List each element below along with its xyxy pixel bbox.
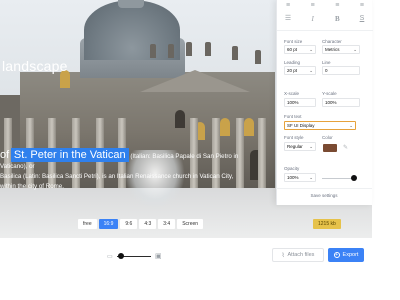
statue (255, 50, 261, 64)
divider (277, 30, 373, 31)
line-input[interactable]: 0 (322, 66, 360, 75)
opacity-slider-track[interactable] (322, 178, 354, 179)
xscale-input[interactable]: 100% (284, 98, 316, 107)
align-left-icon[interactable]: ≡ (283, 1, 293, 11)
leading-label: Leading (284, 60, 301, 65)
font-size-select[interactable]: 60 pt ⌄ (284, 45, 316, 54)
color-label: Color (322, 135, 333, 140)
statue (186, 42, 192, 56)
bold-icon[interactable]: B (332, 14, 342, 24)
text-layer-caption[interactable]: of St. Peter in the Vatican (Italian: Ba… (0, 148, 262, 192)
yscale-input[interactable]: 100% (322, 98, 360, 107)
opacity-value: 100% (287, 175, 299, 180)
paragraph-icon[interactable]: ☰ (283, 14, 293, 24)
editor-window: landscape of St. Peter in the Vatican (I… (0, 0, 400, 300)
yscale-label: Y-scale (322, 91, 337, 96)
divider (276, 188, 372, 189)
eyedropper-icon[interactable]: ✎ (343, 144, 348, 151)
opacity-label: Opacity (284, 166, 300, 171)
save-settings-button[interactable]: Save settings (276, 193, 372, 198)
opacity-slider-thumb[interactable] (351, 175, 357, 181)
aspect-ratio-selector: free 16:9 9:6 4:3 3:4 Screen (78, 219, 204, 229)
chevron-down-icon: ⌄ (309, 144, 313, 149)
chevron-down-icon: ⌄ (349, 123, 353, 128)
caption-prefix: of (0, 149, 10, 161)
zoom-slider-thumb[interactable] (117, 253, 124, 259)
chevron-down-icon: ⌄ (309, 68, 313, 73)
ratio-screen[interactable]: Screen (177, 219, 204, 229)
justify-icon[interactable]: ≡ (357, 1, 367, 11)
color-swatch[interactable] (323, 144, 337, 152)
ratio-free[interactable]: free (78, 219, 97, 229)
chevron-down-icon: ⌄ (309, 175, 313, 180)
export-button[interactable]: + Export (328, 248, 364, 262)
statue (168, 44, 174, 58)
export-label: Export (342, 252, 359, 258)
file-size-badge: 1215 kb (313, 219, 341, 229)
character-value: Metrics (325, 47, 340, 52)
font-text-select[interactable]: SF UI Display ⌄ (284, 121, 356, 130)
panel-toolbar-top: ≡ ≡ ≡ ≡ (283, 1, 367, 11)
font-style-select[interactable]: Regular ⌄ (284, 142, 316, 151)
font-size-label: Font size (284, 39, 303, 44)
paperclip-icon: ⌇ (281, 252, 285, 259)
caption-highlight[interactable]: St. Peter in the Vatican (10, 148, 129, 162)
ratio-3-4[interactable]: 3:4 (158, 219, 176, 229)
text-layer-title[interactable]: landscape (2, 58, 68, 74)
opacity-select[interactable]: 100% ⌄ (284, 173, 316, 182)
chevron-down-icon: ⌄ (353, 47, 357, 52)
dome-lantern (118, 0, 144, 8)
xscale-label: X-scale (284, 91, 300, 96)
strikethrough-icon[interactable]: S (357, 14, 367, 24)
character-select[interactable]: Metrics ⌄ (322, 45, 360, 54)
ratio-16-9[interactable]: 16:9 (98, 219, 119, 229)
font-text-label: Font text (284, 114, 302, 119)
panel-toolbar-format: ☰ I B S (283, 14, 367, 24)
line-value: 0 (325, 68, 328, 73)
zoom-in-image-icon[interactable]: ▣ (155, 252, 162, 260)
font-style-label: Font style (284, 135, 304, 140)
zoom-out-image-icon[interactable]: ▭ (107, 253, 113, 260)
statue (150, 44, 156, 58)
chevron-down-icon: ⌄ (309, 47, 313, 52)
character-label: Character (322, 39, 342, 44)
italic-icon[interactable]: I (308, 14, 318, 24)
caption-line2: Basilica (Latin: Basilica Sancti Petri),… (0, 173, 234, 180)
align-center-icon[interactable]: ≡ (308, 1, 318, 11)
font-text-value: SF UI Display (287, 123, 315, 128)
caption-line3: within the city of Rome. (0, 183, 64, 190)
ratio-9-6[interactable]: 9:6 (120, 219, 138, 229)
dome (84, 0, 180, 60)
xscale-value: 100% (287, 100, 299, 105)
align-right-icon[interactable]: ≡ (332, 1, 342, 11)
ratio-4-3[interactable]: 4:3 (139, 219, 157, 229)
font-style-value: Regular (287, 144, 303, 149)
statue (232, 46, 238, 60)
yscale-value: 100% (325, 100, 337, 105)
plus-circle-icon: + (333, 252, 340, 258)
line-label: Line (322, 60, 331, 65)
leading-value: 20 pt (287, 68, 298, 73)
attach-files-button[interactable]: ⌇ Attach files (272, 248, 324, 262)
leading-select[interactable]: 20 pt ⌄ (284, 66, 316, 75)
font-size-value: 60 pt (287, 47, 298, 52)
attach-files-label: Attach files (287, 252, 315, 258)
statue (205, 42, 211, 56)
